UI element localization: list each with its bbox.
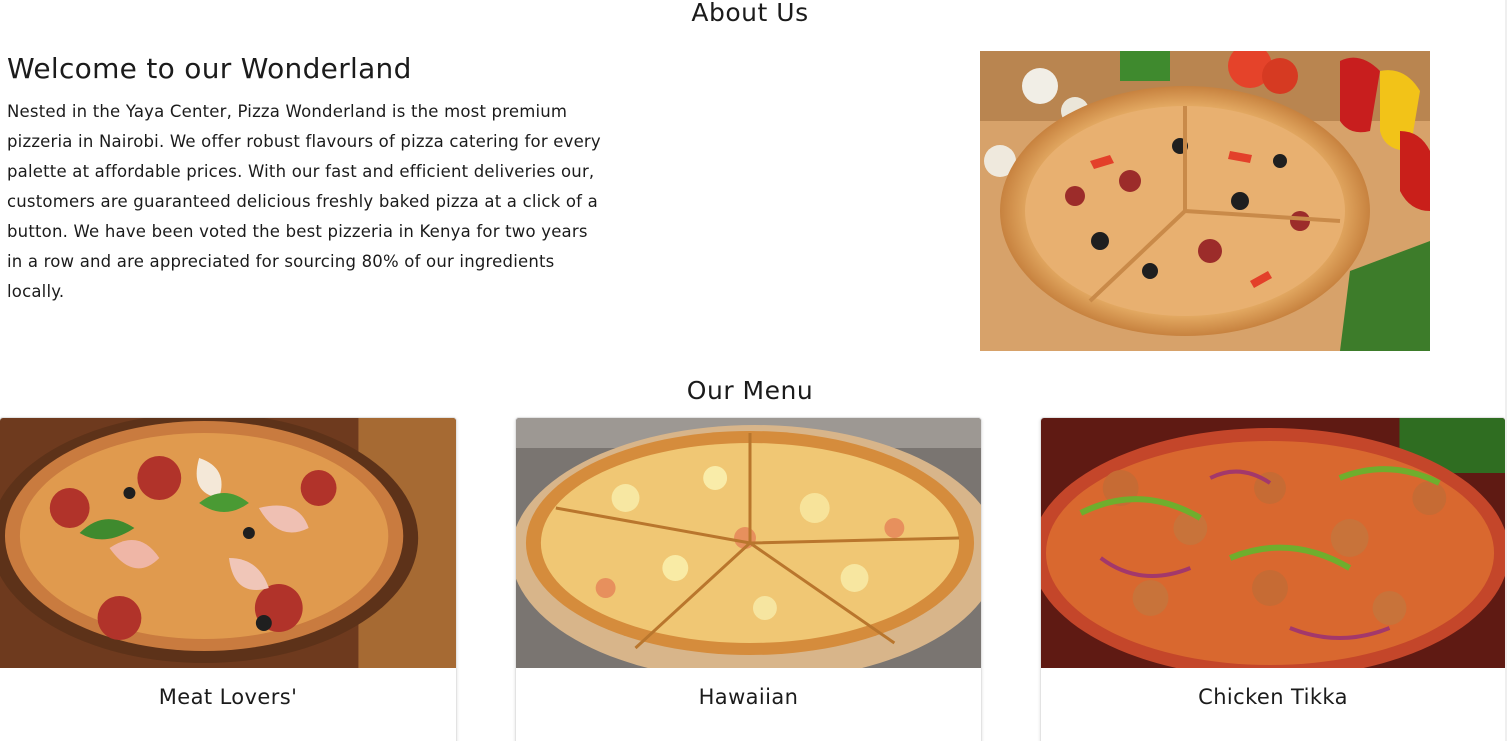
chicken-tikka-pizza-photo-icon — [1041, 418, 1505, 668]
menu-item-title: Hawaiian — [698, 685, 799, 709]
menu-item-title: Chicken Tikka — [1198, 685, 1348, 709]
about-description: Nested in the Yaya Center, Pizza Wonderl… — [7, 102, 601, 301]
menu-item-title: Meat Lovers' — [158, 685, 298, 709]
about-pizza-image — [980, 51, 1430, 351]
menu-heading: Our Menu — [686, 376, 814, 405]
menu-card-hawaiian[interactable]: Hawaiian — [515, 417, 982, 741]
about-heading: About Us — [691, 0, 809, 27]
pizza-photo-icon — [980, 51, 1430, 351]
hawaiian-pizza-image — [516, 418, 981, 668]
menu-card-meat-lovers[interactable]: Meat Lovers' — [0, 417, 457, 741]
welcome-title: Welcome to our Wonderland — [7, 52, 412, 85]
meat-lovers-pizza-image — [0, 418, 456, 668]
menu-card-chicken-tikka[interactable]: Chicken Tikka — [1040, 417, 1506, 741]
meat-lovers-pizza-photo-icon — [0, 418, 456, 668]
hawaiian-pizza-photo-icon — [516, 418, 981, 668]
chicken-tikka-pizza-image — [1041, 418, 1505, 668]
